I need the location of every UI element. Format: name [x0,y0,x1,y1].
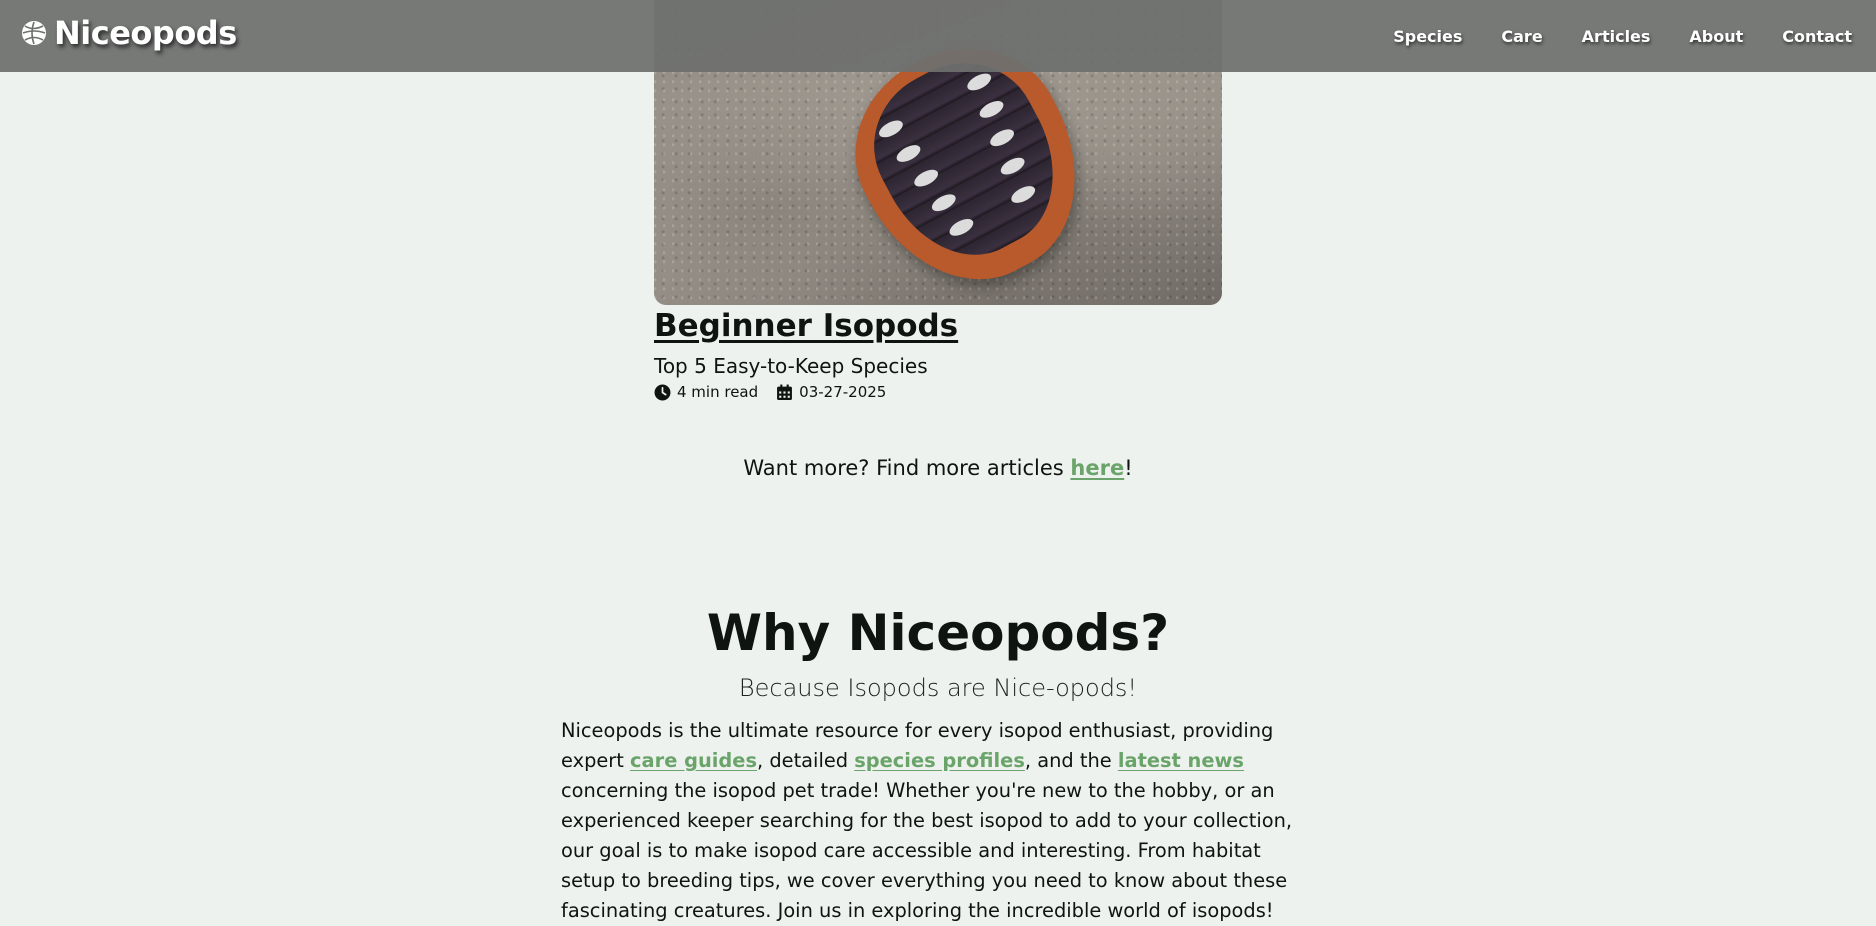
care-guides-link[interactable]: care guides [630,749,757,772]
top-navigation: Niceopods Species Care Articles About Co… [0,0,1876,72]
clock-icon [654,384,671,400]
more-articles-text: Want more? Find more articles here! [0,456,1876,480]
nav-links: Species Care Articles About Contact [1393,0,1876,72]
nav-link-about[interactable]: About [1689,27,1743,46]
why-text-4: concerning the isopod pet trade! Whether… [561,779,1293,922]
species-profiles-link[interactable]: species profiles [854,749,1025,772]
article-title-link[interactable]: Beginner Isopods [654,308,958,344]
nav-link-contact[interactable]: Contact [1782,27,1852,46]
why-paragraph: Niceopods is the ultimate resource for e… [561,716,1317,926]
brand-logo[interactable]: Niceopods [20,14,237,52]
read-time: 4 min read [677,383,759,401]
article-subtitle: Top 5 Easy-to-Keep Species [654,354,928,378]
calendar-icon [777,384,793,400]
why-text-2: , detailed [757,749,855,772]
nav-link-articles[interactable]: Articles [1582,27,1651,46]
why-text-3: , and the [1024,749,1118,772]
article-meta: 4 min read 03-27-2025 [654,383,886,401]
latest-news-link[interactable]: latest news [1118,749,1244,772]
nav-link-species[interactable]: Species [1393,27,1462,46]
publish-date: 03-27-2025 [799,383,887,401]
why-heading: Why Niceopods? [706,604,1170,662]
more-prefix: Want more? Find more articles [743,456,1071,480]
nav-link-care[interactable]: Care [1501,27,1542,46]
isopod-logo-icon [22,21,46,45]
brand-name: Niceopods [54,14,237,52]
more-articles-link[interactable]: here [1070,456,1124,480]
more-suffix: ! [1124,456,1133,480]
why-subheading: Because Isopods are Nice-opods! [738,674,1138,702]
